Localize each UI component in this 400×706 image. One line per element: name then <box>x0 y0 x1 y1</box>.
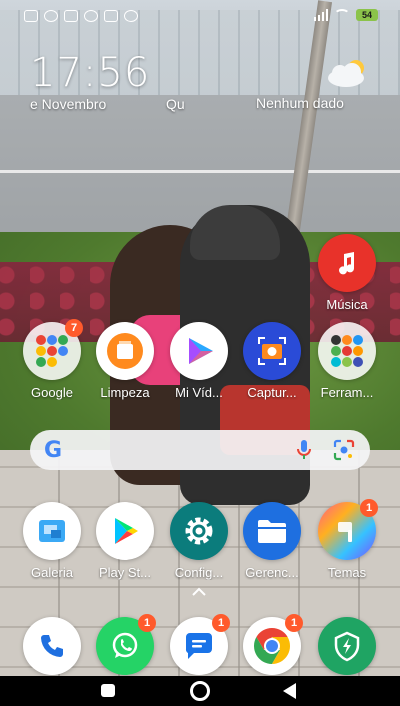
app-play-store[interactable]: Play St... <box>87 502 163 580</box>
folder-icon <box>243 502 301 560</box>
app-label: Google <box>31 385 73 400</box>
gallery-icon <box>23 502 81 560</box>
tools-folder-icon <box>318 322 376 380</box>
notification-badge: 1 <box>212 614 230 632</box>
cleaner-bucket-icon <box>96 322 154 380</box>
phone-icon <box>23 617 81 675</box>
google-search-bar[interactable]: G <box>30 430 370 470</box>
folder-ferramentas[interactable]: Ferram... <box>309 322 385 400</box>
home-button[interactable] <box>190 681 210 701</box>
folder-google[interactable]: 7 Google <box>14 319 90 400</box>
app-galeria[interactable]: Galeria <box>14 502 90 580</box>
screenshot-camera-icon <box>243 322 301 380</box>
notification-badge: 1 <box>285 614 303 632</box>
messages-icon: 1 <box>170 614 230 675</box>
app-label: Música <box>326 297 368 312</box>
app-label: Gerenc... <box>245 565 299 580</box>
dock-phone[interactable] <box>14 617 90 675</box>
security-shield-icon <box>318 617 376 675</box>
app-label: Ferram... <box>320 385 374 400</box>
whatsapp-icon: 1 <box>96 614 156 675</box>
app-mi-video[interactable]: Mi Víd... <box>161 322 237 400</box>
back-button[interactable] <box>283 683 296 699</box>
battery-indicator: 54 <box>356 9 378 21</box>
notification-badge: 1 <box>360 499 378 517</box>
app-label: Play St... <box>98 565 152 580</box>
gear-icon <box>170 502 228 560</box>
app-configuracoes[interactable]: Config... <box>161 502 237 580</box>
notification-badge: 1 <box>138 614 156 632</box>
heart-icon <box>104 10 118 22</box>
google-logo-icon: G <box>44 437 63 463</box>
whatsapp-notification-icon <box>84 10 98 22</box>
app-temas[interactable]: 1 Temas <box>309 499 385 580</box>
dock-whatsapp[interactable]: 1 <box>87 614 163 675</box>
navigation-bar <box>0 676 400 706</box>
dock-security[interactable] <box>309 617 385 675</box>
microphone-icon[interactable] <box>292 438 316 462</box>
app-label: Galeria <box>31 565 73 580</box>
google-lens-icon[interactable] <box>332 438 356 462</box>
app-musica[interactable]: Música <box>309 234 385 312</box>
weather-status: Nenhum dado <box>256 95 344 111</box>
play-store-icon <box>96 502 154 560</box>
app-drawer-chevron-up-icon[interactable] <box>191 584 207 602</box>
dock-chrome[interactable]: 1 <box>234 614 310 675</box>
app-label: Temas <box>327 565 367 580</box>
recents-button[interactable] <box>101 684 115 697</box>
notification-icon <box>24 10 38 22</box>
google-folder-icon: 7 <box>23 319 83 380</box>
status-bar: 54 <box>0 0 400 34</box>
wifi-icon <box>334 9 350 21</box>
app-label: Limpeza <box>100 385 150 400</box>
video-play-icon <box>170 322 228 380</box>
music-note-icon <box>318 234 376 292</box>
weather-cloud-sun-icon[interactable] <box>326 58 370 88</box>
app-label: Captur... <box>247 385 297 400</box>
clock-date: e Novembro <box>30 96 107 112</box>
dock-messages[interactable]: 1 <box>161 614 237 675</box>
eye-icon <box>124 10 138 22</box>
app-gerenciador[interactable]: Gerenc... <box>234 502 310 580</box>
clock-weekday: Qu <box>166 96 185 112</box>
themes-brush-icon: 1 <box>318 499 378 560</box>
notification-badge: 7 <box>65 319 83 337</box>
app-captura[interactable]: Captur... <box>234 322 310 400</box>
chrome-icon: 1 <box>243 614 303 675</box>
app-label: Mi Víd... <box>175 385 223 400</box>
nfc-icon <box>64 10 78 22</box>
alarm-icon <box>44 10 58 22</box>
signal-icon <box>313 9 328 21</box>
app-label: Config... <box>174 565 224 580</box>
app-limpeza[interactable]: Limpeza <box>87 322 163 400</box>
clock-time[interactable]: 17:56 <box>30 50 150 96</box>
